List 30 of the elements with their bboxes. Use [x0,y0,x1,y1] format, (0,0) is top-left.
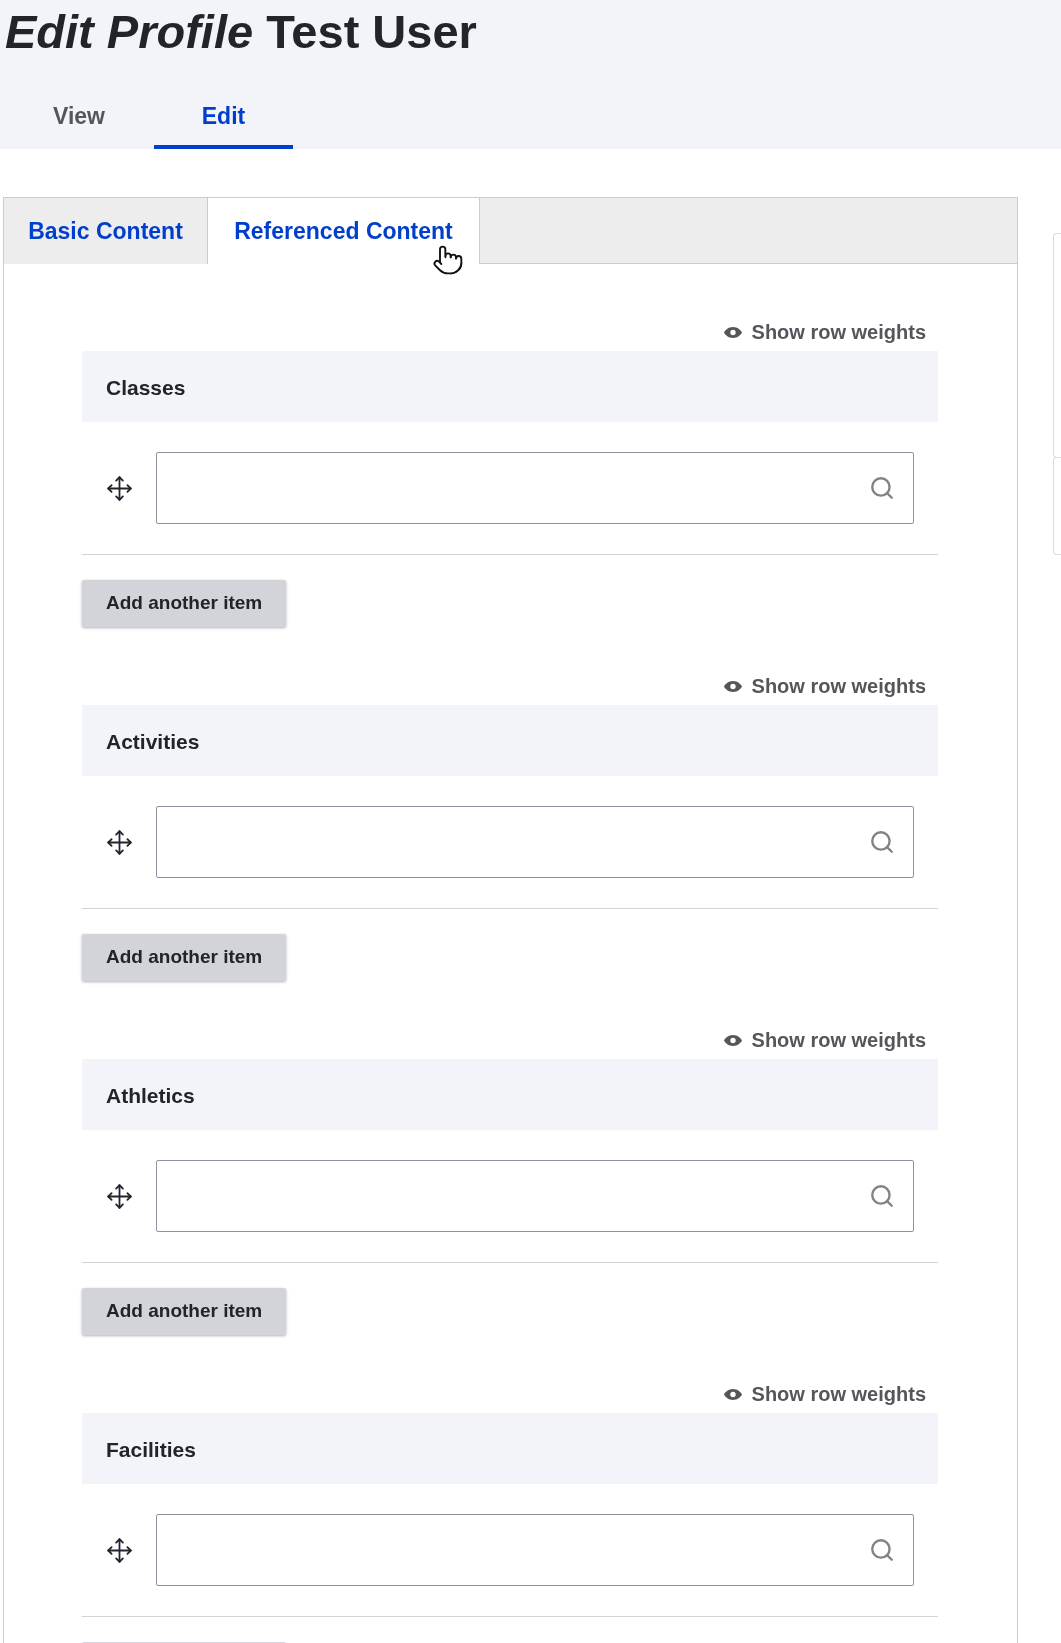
add-another-item-button[interactable]: Add another item [82,580,287,627]
drag-handle-icon[interactable] [106,1536,133,1564]
page-title: Edit Profile Test User [5,8,478,55]
add-another-item-button[interactable]: Add another item [82,1288,287,1335]
primary-tab[interactable]: View [4,84,154,149]
drag-handle-icon[interactable] [106,1182,133,1210]
eye-icon [723,1388,742,1400]
show-row-weights-toggle[interactable]: Show row weights [723,671,926,701]
field-label: Facilities [106,1437,196,1464]
eye-icon [723,1034,742,1046]
search-field[interactable] [156,806,914,878]
add-another-item-button[interactable]: Add another item [82,934,287,981]
primary-tab[interactable]: Edit [154,84,293,149]
search-icon [869,1183,895,1209]
eye-icon [723,680,742,692]
show-row-weights-toggle[interactable]: Show row weights [723,1025,926,1055]
search-field[interactable] [156,1160,914,1232]
drag-handle-icon[interactable] [106,474,133,502]
search-icon [869,475,895,501]
field-label: Classes [106,375,186,402]
search-icon [869,829,895,855]
search-field[interactable] [156,1514,914,1586]
drag-handle-icon[interactable] [106,828,133,856]
eye-icon [723,326,742,338]
show-row-weights-toggle[interactable]: Show row weights [723,1379,926,1409]
search-icon [869,1537,895,1563]
field-label: Athletics [106,1083,195,1110]
search-field[interactable] [156,452,914,524]
show-row-weights-toggle[interactable]: Show row weights [723,317,926,347]
field-label: Activities [106,729,200,756]
